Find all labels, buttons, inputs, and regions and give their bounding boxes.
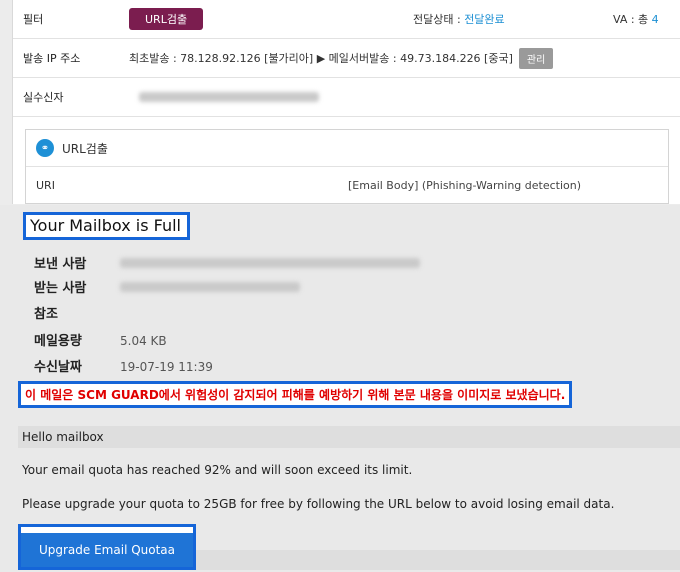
email-subject: Your Mailbox is Full xyxy=(23,212,190,240)
filter-label: 필터 xyxy=(23,13,44,26)
redacted-recipient xyxy=(139,92,319,102)
uri-value: [Email Body] (Phishing-Warning detection… xyxy=(348,178,582,192)
link-icon: ⚭ xyxy=(36,139,54,157)
date-label: 수신날짜 xyxy=(34,360,82,375)
mail-info-panel: 필터 URL검출 전달상태 : 전달완료 VA : 총 4 발송 IP 주소 최… xyxy=(12,0,680,204)
size-row: 메일용량 5.04 KB xyxy=(34,330,167,349)
email-preview: Your Mailbox is Full 보낸 사람 받는 사람 참조 메일용량… xyxy=(0,205,680,572)
delivery-status-value: 전달완료 xyxy=(464,13,505,26)
cc-row: 참조 xyxy=(34,303,120,322)
delivery-status-label: 전달상태 : xyxy=(413,13,465,26)
body-divider xyxy=(196,550,680,570)
to-label: 받는 사람 xyxy=(34,281,87,296)
size-value: 5.04 KB xyxy=(120,334,167,348)
cta-highlight: Upgrade Email Quotaa xyxy=(18,524,196,570)
from-row: 보낸 사람 xyxy=(34,253,420,272)
uri-label: URI xyxy=(36,178,55,192)
cc-label: 참조 xyxy=(34,307,58,322)
uri-row: URI [Email Body] (Phishing-Warning detec… xyxy=(26,167,668,203)
greeting: Hello mailbox xyxy=(18,426,680,448)
security-warning: 이 메일은 SCM GUARD에서 위험성이 감지되어 피해를 예방하기 위해 … xyxy=(18,381,573,408)
url-section-header: ⚭ URL검출 xyxy=(26,130,668,167)
date-row: 수신날짜 19-07-19 11:39 xyxy=(34,356,213,375)
ip-label: 발송 IP 주소 xyxy=(23,52,81,65)
url-detect-badge[interactable]: URL검출 xyxy=(129,8,204,30)
body-line-1: Your email quota has reached 92% and wil… xyxy=(22,463,413,477)
actual-recipient-row: 실수신자 xyxy=(13,78,680,117)
from-label: 보낸 사람 xyxy=(34,257,87,272)
to-row: 받는 사람 xyxy=(34,277,300,296)
date-value: 19-07-19 11:39 xyxy=(120,360,213,374)
url-section-title: URL검출 xyxy=(62,141,108,156)
url-section: ⚭ URL검출 URI [Email Body] (Phishing-Warni… xyxy=(25,129,669,204)
redacted-to xyxy=(120,282,300,292)
upgrade-quota-button[interactable]: Upgrade Email Quotaa xyxy=(21,533,193,567)
va-count: VA : 총 4 xyxy=(613,11,659,27)
redacted-from xyxy=(120,258,420,268)
ip-row: 발송 IP 주소 최초발송 : 78.128.92.126 [불가리아] ▶ 메… xyxy=(13,39,680,78)
va-label: VA : 총 xyxy=(613,13,652,26)
va-value[interactable]: 4 xyxy=(652,13,659,26)
size-label: 메일용량 xyxy=(34,334,82,349)
filter-row: 필터 URL검출 전달상태 : 전달완료 VA : 총 4 xyxy=(13,0,680,39)
delivery-status: 전달상태 : 전달완료 xyxy=(413,11,505,27)
ip-info: 최초발송 : 78.128.92.126 [불가리아] ▶ 메일서버발송 : 4… xyxy=(129,52,513,65)
actual-recipient-label: 실수신자 xyxy=(23,91,64,104)
body-line-2: Please upgrade your quota to 25GB for fr… xyxy=(22,497,615,511)
manage-button[interactable]: 관리 xyxy=(518,47,554,69)
